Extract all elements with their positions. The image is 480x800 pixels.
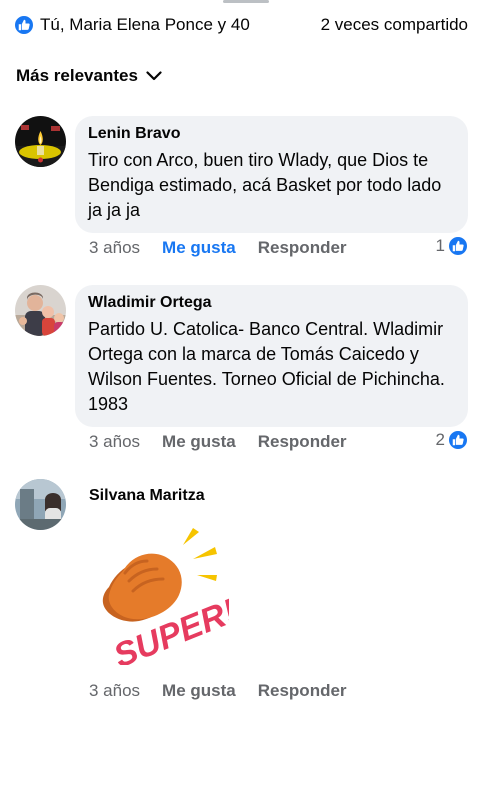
comment-actions: 3 años Me gusta Responder (89, 432, 369, 452)
like-icon (448, 236, 468, 256)
comment-author[interactable]: Wladimir Ortega (88, 293, 455, 313)
reply-button[interactable]: Responder (258, 238, 347, 258)
comment-item: Wladimir Ortega Partido U. Catolica- Ban… (15, 285, 468, 465)
comment-actions: 3 años Me gusta Responder (89, 238, 369, 258)
like-button[interactable]: Me gusta (162, 432, 236, 452)
comment-item: Lenin Bravo Tiro con Arco, buen tiro Wla… (15, 116, 468, 276)
comment-like-count[interactable]: 1 (436, 236, 468, 256)
like-button[interactable]: Me gusta (162, 681, 236, 701)
comment-timestamp[interactable]: 3 años (89, 238, 140, 258)
comment-text: Tiro con Arco, buen tiro Wlady, que Dios… (88, 150, 442, 220)
like-count-value: 2 (435, 430, 445, 449)
avatar[interactable] (15, 285, 66, 336)
comment-like-count[interactable]: 2 (436, 430, 468, 450)
like-button[interactable]: Me gusta (162, 238, 236, 258)
like-icon (14, 15, 34, 35)
reactions-summary[interactable]: Tú, Maria Elena Ponce y 40 (14, 15, 250, 35)
comment-text: Partido U. Catolica- Banco Central. Wlad… (88, 319, 445, 414)
comment-bubble[interactable]: Lenin Bravo Tiro con Arco, buen tiro Wla… (75, 116, 468, 233)
super-clap-sticker[interactable]: SUPER! (89, 525, 229, 665)
comment-author[interactable]: Silvana Maritza (89, 487, 205, 505)
comment-timestamp[interactable]: 3 años (89, 432, 140, 452)
like-icon (448, 430, 468, 450)
comment-timestamp[interactable]: 3 años (89, 681, 140, 701)
comment-bubble[interactable]: Wladimir Ortega Partido U. Catolica- Ban… (75, 285, 468, 427)
reply-button[interactable]: Responder (258, 432, 347, 452)
chevron-down-icon (146, 71, 162, 81)
avatar[interactable] (15, 479, 66, 530)
reactions-bar: Tú, Maria Elena Ponce y 40 2 veces compa… (14, 12, 468, 38)
comment-author[interactable]: Lenin Bravo (88, 124, 455, 144)
like-count-value: 1 (435, 236, 445, 255)
sort-dropdown[interactable]: Más relevantes (16, 66, 162, 86)
reactions-text: Tú, Maria Elena Ponce y 40 (40, 15, 250, 34)
shares-count[interactable]: 2 veces compartido (321, 15, 468, 35)
avatar[interactable] (15, 116, 66, 167)
comment-actions: 3 años Me gusta Responder (89, 681, 369, 701)
reply-button[interactable]: Responder (258, 681, 347, 701)
sort-label: Más relevantes (16, 66, 138, 85)
comment-item: Silvana Maritza SUPER! 3 años Me gusta R… (15, 479, 468, 709)
drag-handle[interactable] (223, 0, 269, 3)
